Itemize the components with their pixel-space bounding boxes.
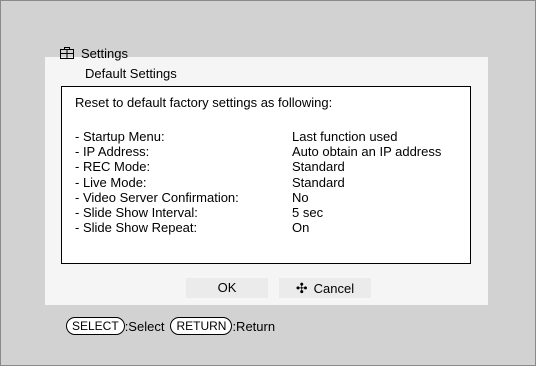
setting-row-video-server-confirmation: - Video Server Confirmation: No <box>75 190 441 205</box>
setting-value: On <box>292 220 310 236</box>
setting-value: Standard <box>292 174 345 190</box>
settings-list: - Startup Menu: Last function used - IP … <box>75 129 441 235</box>
intro-text: Reset to default factory settings as fol… <box>75 95 333 110</box>
section-title: Default Settings <box>85 66 177 81</box>
select-key-badge: SELECT <box>66 317 125 335</box>
setting-value: No <box>292 189 309 205</box>
setting-value: Auto obtain an IP address <box>292 144 442 160</box>
setting-value: Standard <box>292 159 345 175</box>
setting-row-ip-address: - IP Address: Auto obtain an IP address <box>75 144 441 159</box>
cancel-button-label: Cancel <box>313 281 355 296</box>
page-title: Settings <box>81 45 128 61</box>
setting-row-slide-show-interval: - Slide Show Interval: 5 sec <box>75 205 441 220</box>
setting-label: - Slide Show Repeat: <box>75 220 198 236</box>
setting-label: - Video Server Confirmation: <box>75 189 239 205</box>
selection-pointer-icon: ✣ <box>295 280 308 296</box>
setting-row-rec-mode: - REC Mode: Standard <box>75 159 441 174</box>
cancel-button[interactable]: ✣ Cancel <box>279 278 371 298</box>
setting-row-live-mode: - Live Mode: Standard <box>75 175 441 190</box>
setting-label: - REC Mode: <box>75 159 151 175</box>
return-hint-text: :Return <box>232 318 276 334</box>
setting-row-startup-menu: - Startup Menu: Last function used <box>75 129 441 144</box>
setting-value: 5 sec <box>292 204 324 220</box>
page-header: Settings <box>60 44 128 62</box>
setting-label: - IP Address: <box>75 144 150 160</box>
select-hint-text: :Select <box>124 318 165 334</box>
ok-button[interactable]: OK <box>186 278 268 298</box>
setting-label: - Startup Menu: <box>75 129 165 144</box>
setting-value: Last function used <box>292 129 398 144</box>
setting-label: - Slide Show Interval: <box>75 204 198 220</box>
setting-row-slide-show-repeat: - Slide Show Repeat: On <box>75 220 441 235</box>
toolbox-icon <box>60 47 74 59</box>
default-settings-box: Reset to default factory settings as fol… <box>61 86 471 264</box>
key-hints: SELECT :Select RETURN :Return <box>66 317 275 335</box>
setting-label: - Live Mode: <box>75 174 147 190</box>
ok-button-label: OK <box>217 280 237 295</box>
return-key-badge: RETURN <box>170 317 233 335</box>
